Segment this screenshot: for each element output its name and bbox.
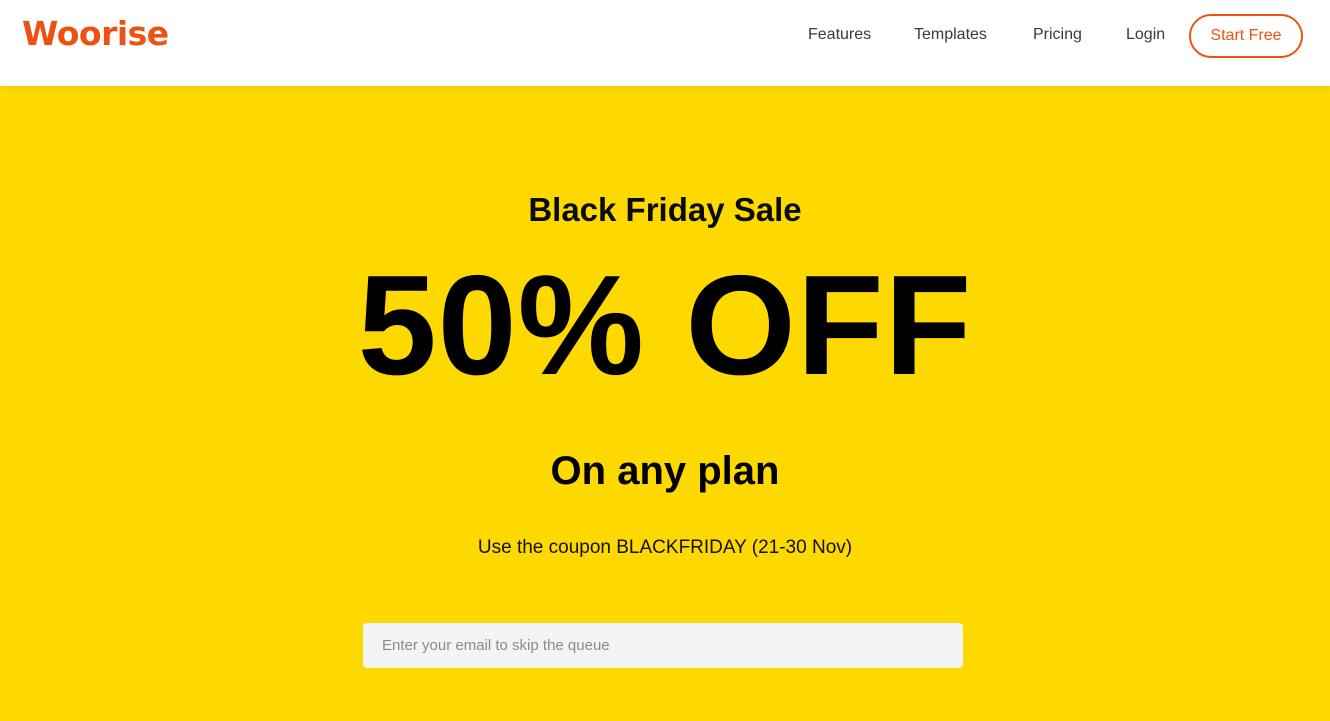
plan-subheading: On any plan xyxy=(550,449,780,493)
discount-headline: 50% OFF xyxy=(357,246,973,405)
start-free-button[interactable]: Start Free xyxy=(1189,14,1303,58)
nav-link-templates[interactable]: Templates xyxy=(914,25,987,45)
black-friday-hero: Black Friday Sale 50% OFF On any plan Us… xyxy=(0,86,1330,721)
nav-link-login[interactable]: Login xyxy=(1126,25,1165,45)
nav-link-pricing[interactable]: Pricing xyxy=(1033,25,1082,45)
woorise-logo[interactable]: Woorise xyxy=(22,14,169,54)
email-input[interactable] xyxy=(363,623,963,668)
sale-eyebrow-heading: Black Friday Sale xyxy=(528,191,802,228)
coupon-instructions: Use the coupon BLACKFRIDAY (21-30 Nov) xyxy=(477,537,853,558)
nav-link-features[interactable]: Features xyxy=(808,25,871,45)
top-navigation-bar: Woorise Features Templates Pricing Login… xyxy=(0,0,1330,86)
